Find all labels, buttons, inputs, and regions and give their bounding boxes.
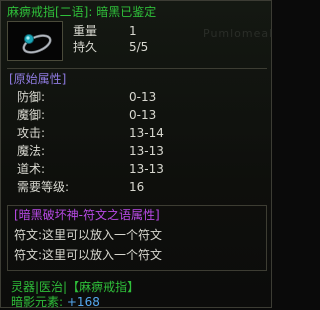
item-title: 麻痹戒指[二语]: 暗黑已鉴定 — [7, 5, 157, 19]
watermark: Pumlomeal — [203, 27, 274, 40]
stat-value: 0-13 — [129, 108, 157, 122]
durability-label: 持久 — [73, 40, 98, 54]
ring-icon — [22, 34, 52, 54]
rune-slot: 符文:这里可以放入一个符文 — [14, 248, 163, 262]
shadow-element-value: +168 — [66, 295, 100, 309]
item-tags: 灵器|医治|【麻痹戒指】 — [11, 280, 140, 294]
stat-label: 需要等级: — [17, 180, 70, 194]
stat-label: 魔法: — [17, 144, 46, 158]
stat-value: 0-13 — [129, 90, 157, 104]
base-stats-header: [原始属性] — [9, 72, 67, 86]
weight-value: 1 — [129, 24, 137, 38]
stat-value: 13-13 — [129, 144, 164, 158]
divider — [7, 68, 267, 69]
item-icon-frame — [7, 21, 63, 61]
durability-value: 5/5 — [129, 40, 149, 54]
stat-label: 防御: — [17, 90, 46, 104]
stat-value: 13-14 — [129, 126, 164, 140]
stat-value: 16 — [129, 180, 145, 194]
stat-value: 13-13 — [129, 162, 164, 176]
weight-label: 重量 — [73, 24, 98, 38]
rune-slot: 符文:这里可以放入一个符文 — [14, 228, 163, 242]
shadow-element-label: 暗影元素: — [11, 295, 64, 309]
stat-label: 魔御: — [17, 108, 46, 122]
stat-label: 攻击: — [17, 126, 46, 140]
runeword-panel: [暗黑破坏神-符文之语属性] 符文:这里可以放入一个符文 符文:这里可以放入一个… — [7, 205, 267, 271]
stat-label: 道术: — [17, 162, 46, 176]
item-tooltip: 麻痹戒指[二语]: 暗黑已鉴定 重量 1 持久 5/5 Pumlomeal [原… — [0, 0, 274, 309]
shadow-element-line: 暗影元素: +168 — [11, 295, 100, 309]
runeword-header: [暗黑破坏神-符文之语属性] — [14, 208, 160, 222]
